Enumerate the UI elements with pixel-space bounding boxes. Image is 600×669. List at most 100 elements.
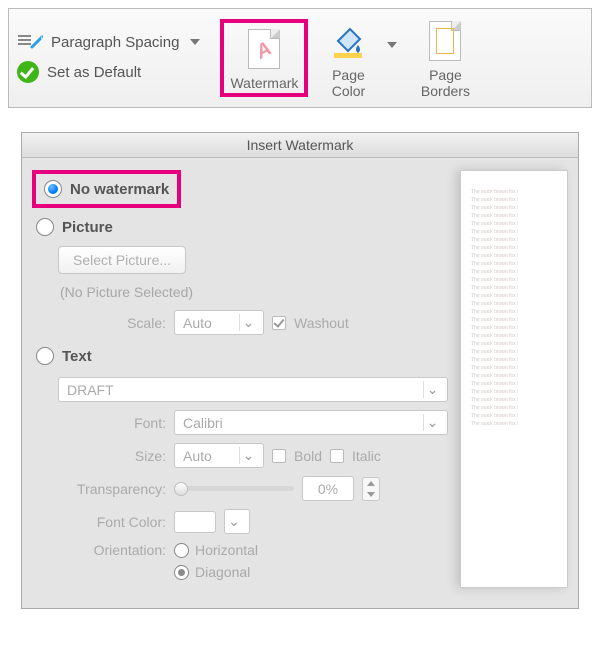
set-as-default-label: Set as Default: [47, 64, 141, 81]
watermark-label: Watermark: [230, 75, 298, 91]
preview-line: The quick brown fox j: [471, 389, 565, 393]
text-label: Text: [62, 348, 92, 365]
scale-label: Scale:: [58, 315, 166, 331]
font-color-dropdown[interactable]: ⌄: [224, 509, 250, 534]
no-picture-selected-text: (No Picture Selected): [60, 284, 448, 300]
page-borders-button[interactable]: Page Borders: [401, 15, 489, 101]
preview-line: The quick brown fox j: [471, 381, 565, 385]
dialog-title: Insert Watermark: [22, 133, 578, 158]
page-color-label: Page Color: [314, 67, 382, 99]
preview-line: The quick brown fox j: [471, 213, 565, 217]
preview-line: The quick brown fox j: [471, 221, 565, 225]
paragraph-spacing-button[interactable]: Paragraph Spacing: [17, 33, 200, 51]
watermark-icon: A: [244, 27, 284, 71]
ribbon-toolbar: Paragraph Spacing Set as Default A Water…: [8, 8, 592, 108]
chevron-down-icon[interactable]: [387, 42, 397, 48]
preview-line: The quick brown fox j: [471, 293, 565, 297]
font-value: Calibri: [183, 415, 423, 431]
size-value: Auto: [183, 448, 239, 464]
font-label: Font:: [58, 415, 166, 431]
preview-line: The quick brown fox j: [471, 421, 565, 425]
preview-line: The quick brown fox j: [471, 285, 565, 289]
preview-line: The quick brown fox j: [471, 309, 565, 313]
orientation-horizontal-label: Horizontal: [195, 542, 258, 558]
transparency-stepper[interactable]: [362, 477, 380, 501]
chevron-down-icon: ⌄: [225, 513, 243, 530]
preview-line: The quick brown fox j: [471, 245, 565, 249]
stepper-up-icon: [363, 478, 379, 489]
watermark-button[interactable]: A Watermark: [220, 19, 308, 97]
transparency-label: Transparency:: [58, 481, 166, 497]
select-picture-button[interactable]: Select Picture...: [58, 246, 186, 274]
preview-line: The quick brown fox j: [471, 349, 565, 353]
page-color-group: Page Color: [312, 15, 397, 101]
preview-line: The quick brown fox j: [471, 413, 565, 417]
preview-line: The quick brown fox j: [471, 373, 565, 377]
chevron-down-icon: ⌄: [239, 447, 257, 464]
watermark-text-value: DRAFT: [67, 382, 423, 398]
orientation-diagonal-label: Diagonal: [195, 564, 250, 580]
page-borders-icon: [425, 19, 465, 63]
preview-line: The quick brown fox j: [471, 317, 565, 321]
scale-combo[interactable]: Auto ⌄: [174, 310, 264, 335]
chevron-down-icon: ⌄: [423, 414, 441, 431]
watermark-text-combo[interactable]: DRAFT ⌄: [58, 377, 448, 402]
preview-line: The quick brown fox j: [471, 189, 565, 193]
radio-icon: [36, 218, 54, 236]
preview-line: The quick brown fox j: [471, 397, 565, 401]
preview-line: The quick brown fox j: [471, 357, 565, 361]
ribbon-left-group: Paragraph Spacing Set as Default: [17, 29, 206, 87]
text-subgroup: DRAFT ⌄ Font: Calibri ⌄ Size: Auto ⌄: [58, 377, 448, 580]
font-color-swatch[interactable]: [174, 511, 216, 533]
set-as-default-button[interactable]: Set as Default: [17, 61, 200, 83]
no-watermark-radio[interactable]: No watermark: [32, 170, 181, 208]
preview-line: The quick brown fox j: [471, 365, 565, 369]
paragraph-spacing-icon: [17, 33, 43, 51]
bold-label: Bold: [294, 448, 322, 464]
page-color-icon: [328, 19, 368, 63]
chevron-down-icon: ⌄: [423, 381, 441, 398]
size-combo[interactable]: Auto ⌄: [174, 443, 264, 468]
preview-line: The quick brown fox j: [471, 341, 565, 345]
radio-icon: [44, 180, 62, 198]
size-label: Size:: [58, 448, 166, 464]
page-borders-label: Page Borders: [403, 67, 487, 99]
preview-line: The quick brown fox j: [471, 261, 565, 265]
bold-checkbox[interactable]: [272, 449, 286, 463]
radio-icon: [36, 347, 54, 365]
chevron-down-icon: ⌄: [239, 314, 257, 331]
orientation-horizontal-radio[interactable]: Horizontal: [174, 542, 258, 558]
preview-line: The quick brown fox j: [471, 325, 565, 329]
scale-value: Auto: [183, 315, 239, 331]
transparency-value[interactable]: 0%: [302, 476, 354, 501]
paragraph-spacing-label: Paragraph Spacing: [51, 34, 179, 51]
transparency-slider[interactable]: [174, 486, 294, 491]
preview-line: The quick brown fox j: [471, 253, 565, 257]
preview-line: The quick brown fox j: [471, 333, 565, 337]
preview-line: The quick brown fox j: [471, 405, 565, 409]
text-radio[interactable]: Text: [36, 343, 448, 369]
radio-icon: [174, 565, 189, 580]
preview-line: The quick brown fox j: [471, 205, 565, 209]
no-watermark-label: No watermark: [70, 181, 169, 198]
picture-radio[interactable]: Picture: [36, 214, 448, 240]
insert-watermark-dialog: Insert Watermark No watermark Picture Se…: [21, 132, 579, 609]
picture-label: Picture: [62, 219, 113, 236]
washout-checkbox[interactable]: [272, 316, 286, 330]
page-color-button[interactable]: Page Color: [312, 15, 384, 101]
checkmark-icon: [17, 61, 39, 83]
stepper-down-icon: [363, 489, 379, 500]
preview-line: The quick brown fox j: [471, 237, 565, 241]
font-color-label: Font Color:: [58, 514, 166, 530]
font-combo[interactable]: Calibri ⌄: [174, 410, 448, 435]
preview-line: The quick brown fox j: [471, 301, 565, 305]
italic-label: Italic: [352, 448, 381, 464]
washout-label: Washout: [294, 315, 349, 331]
orientation-diagonal-radio[interactable]: Diagonal: [174, 564, 258, 580]
preview-line: The quick brown fox j: [471, 269, 565, 273]
radio-icon: [174, 543, 189, 558]
watermark-preview: // lines populated by generic binder bel…: [460, 170, 568, 588]
chevron-down-icon: [190, 39, 200, 45]
orientation-label: Orientation:: [58, 542, 166, 558]
italic-checkbox[interactable]: [330, 449, 344, 463]
